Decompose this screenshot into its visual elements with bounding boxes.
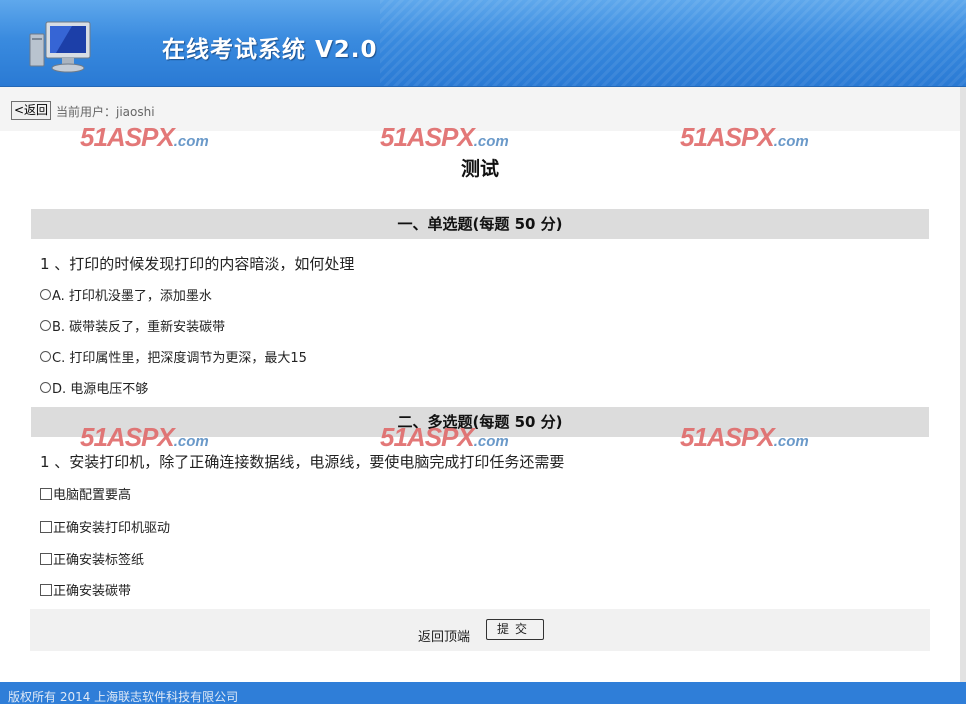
checkbox[interactable] bbox=[40, 583, 52, 596]
option-label: 电脑配置要高 bbox=[53, 488, 132, 503]
radio-button[interactable] bbox=[40, 351, 51, 362]
option-item[interactable]: C. 打印属性里，把深度调节为更深，最大15 bbox=[40, 347, 307, 366]
checkbox[interactable] bbox=[40, 520, 52, 533]
watermark-logo: 51ASPX.com bbox=[380, 122, 509, 152]
submit-button[interactable]: 提交 bbox=[486, 619, 544, 640]
option-label: C. 打印属性里，把深度调节为更深，最大15 bbox=[52, 351, 307, 366]
option-label: 正确安装打印机驱动 bbox=[53, 521, 171, 536]
option-label: B. 碳带装反了，重新安装碳带 bbox=[52, 320, 226, 335]
question-text: 1 、安装打印机，除了正确连接数据线，电源线，要使电脑完成打印任务还需要 bbox=[40, 453, 565, 471]
app-title: 在线考试系统 V2.0 bbox=[162, 37, 378, 63]
watermark-logo: 51ASPX.com bbox=[680, 122, 809, 152]
current-user-label: 当前用户：jiaoshi bbox=[56, 105, 155, 119]
back-button[interactable]: <返回 bbox=[11, 101, 52, 120]
header-pattern bbox=[380, 0, 966, 86]
option-item[interactable]: D. 电源电压不够 bbox=[40, 378, 148, 397]
option-item[interactable]: B. 碳带装反了，重新安装碳带 bbox=[40, 316, 225, 335]
copyright-text: 版权所有 2014 上海联志软件科技有限公司 bbox=[8, 690, 239, 704]
submit-area bbox=[30, 609, 930, 651]
option-item[interactable]: A. 打印机没墨了，添加墨水 bbox=[40, 285, 212, 304]
scrollbar-track[interactable] bbox=[960, 87, 966, 682]
section-heading-single: 一、单选题(每题 50 分) bbox=[31, 209, 929, 239]
watermark-logo: 51ASPX.com bbox=[680, 422, 809, 452]
question-text: 1 、打印的时候发现打印的内容暗淡，如何处理 bbox=[40, 255, 355, 273]
watermark-logo: 51ASPX.com bbox=[80, 422, 209, 452]
checkbox[interactable] bbox=[40, 552, 52, 565]
back-to-top-link[interactable]: 返回顶端 bbox=[418, 626, 470, 645]
app-header: 在线考试系统 V2.0 bbox=[0, 0, 966, 87]
option-item[interactable]: 正确安装碳带 bbox=[40, 580, 131, 599]
watermark-logo: 51ASPX.com bbox=[80, 122, 209, 152]
radio-button[interactable] bbox=[40, 289, 51, 300]
option-item[interactable]: 电脑配置要高 bbox=[40, 484, 131, 503]
computer-logo-icon bbox=[29, 21, 91, 73]
checkbox[interactable] bbox=[40, 487, 52, 500]
radio-button[interactable] bbox=[40, 382, 51, 393]
option-label: D. 电源电压不够 bbox=[52, 382, 149, 397]
footer: 版权所有 2014 上海联志软件科技有限公司 bbox=[0, 682, 966, 704]
option-item[interactable]: 正确安装标签纸 bbox=[40, 549, 144, 568]
option-label: A. 打印机没墨了，添加墨水 bbox=[52, 289, 212, 304]
option-label: 正确安装标签纸 bbox=[53, 553, 145, 568]
exam-title: 测试 bbox=[460, 158, 499, 180]
radio-button[interactable] bbox=[40, 320, 51, 331]
option-label: 正确安装碳带 bbox=[53, 584, 132, 599]
watermark-logo: 51ASPX.com bbox=[380, 422, 509, 452]
option-item[interactable]: 正确安装打印机驱动 bbox=[40, 517, 170, 536]
